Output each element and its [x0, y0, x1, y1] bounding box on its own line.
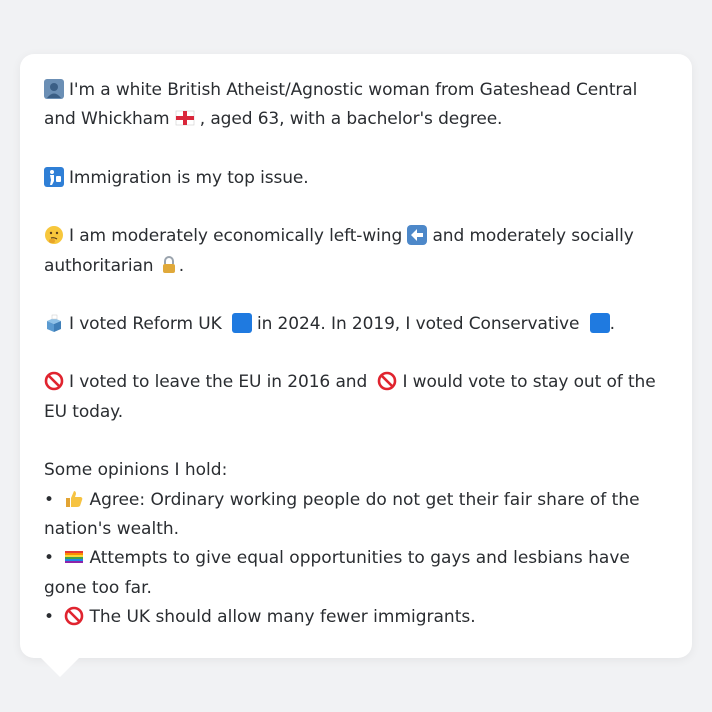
identity-paragraph: I'm a white British Atheist/Agnostic wom… — [44, 76, 668, 135]
lock-icon — [162, 255, 175, 273]
england-flag-icon — [175, 111, 195, 126]
opinion-text: Agree: Ordinary working people do not ge… — [44, 489, 640, 540]
bullet: • — [44, 489, 55, 510]
prohibited-icon — [378, 372, 397, 391]
prohibited-icon — [65, 606, 84, 626]
ideology-text-c: . — [178, 255, 185, 276]
opinion-text: The UK should allow many fewer immigrant… — [89, 607, 476, 628]
thumbs-up-icon — [66, 490, 83, 507]
opinion-text: Attempts to give equal opportunities to … — [44, 548, 630, 598]
brexit-paragraph: I voted to leave the EU in 2016 and I wo… — [44, 368, 668, 427]
top-issue-text: Immigration is my top issue. — [69, 167, 309, 188]
ballot-box-icon — [47, 314, 61, 333]
passport-control-icon — [44, 166, 64, 187]
prohibited-icon — [44, 372, 64, 391]
opinion-item: • The UK should allow many fewer immigra… — [44, 603, 668, 632]
opinion-item: • Attempts to give equal opportunities t… — [44, 544, 668, 603]
bullet: • — [44, 548, 55, 569]
blue-square-icon — [589, 313, 610, 334]
profile-message-bubble: I'm a white British Atheist/Agnostic wom… — [20, 54, 692, 658]
votes-paragraph: I voted Reform UK in 2024. In 2019, I vo… — [44, 310, 668, 339]
ideology-text-a: I am moderately economically left-wing — [69, 226, 403, 247]
blue-square-icon — [231, 313, 252, 334]
rainbow-flag-icon — [65, 551, 84, 564]
opinions-title: Some opinions I hold: — [44, 460, 228, 481]
votes-text-b: in 2024. In 2019, I voted Conservative — [256, 314, 580, 335]
left-arrow-icon — [407, 225, 428, 246]
thinking-face-icon — [45, 226, 63, 245]
top-issue-paragraph: Immigration is my top issue. — [44, 164, 668, 193]
person-silhouette-icon — [44, 79, 64, 99]
votes-text-c: . — [609, 314, 615, 335]
brexit-text-a: I voted to leave the EU in 2016 and — [69, 372, 368, 393]
bullet: • — [44, 607, 55, 628]
votes-text-a: I voted Reform UK — [69, 314, 222, 335]
opinion-item: • Agree: Ordinary working people do not … — [44, 486, 668, 545]
bubble-tail — [40, 657, 80, 677]
identity-text-post: , aged 63, with a bachelor's degree. — [199, 109, 503, 130]
ideology-paragraph: I am moderately economically left-wing a… — [44, 222, 668, 281]
